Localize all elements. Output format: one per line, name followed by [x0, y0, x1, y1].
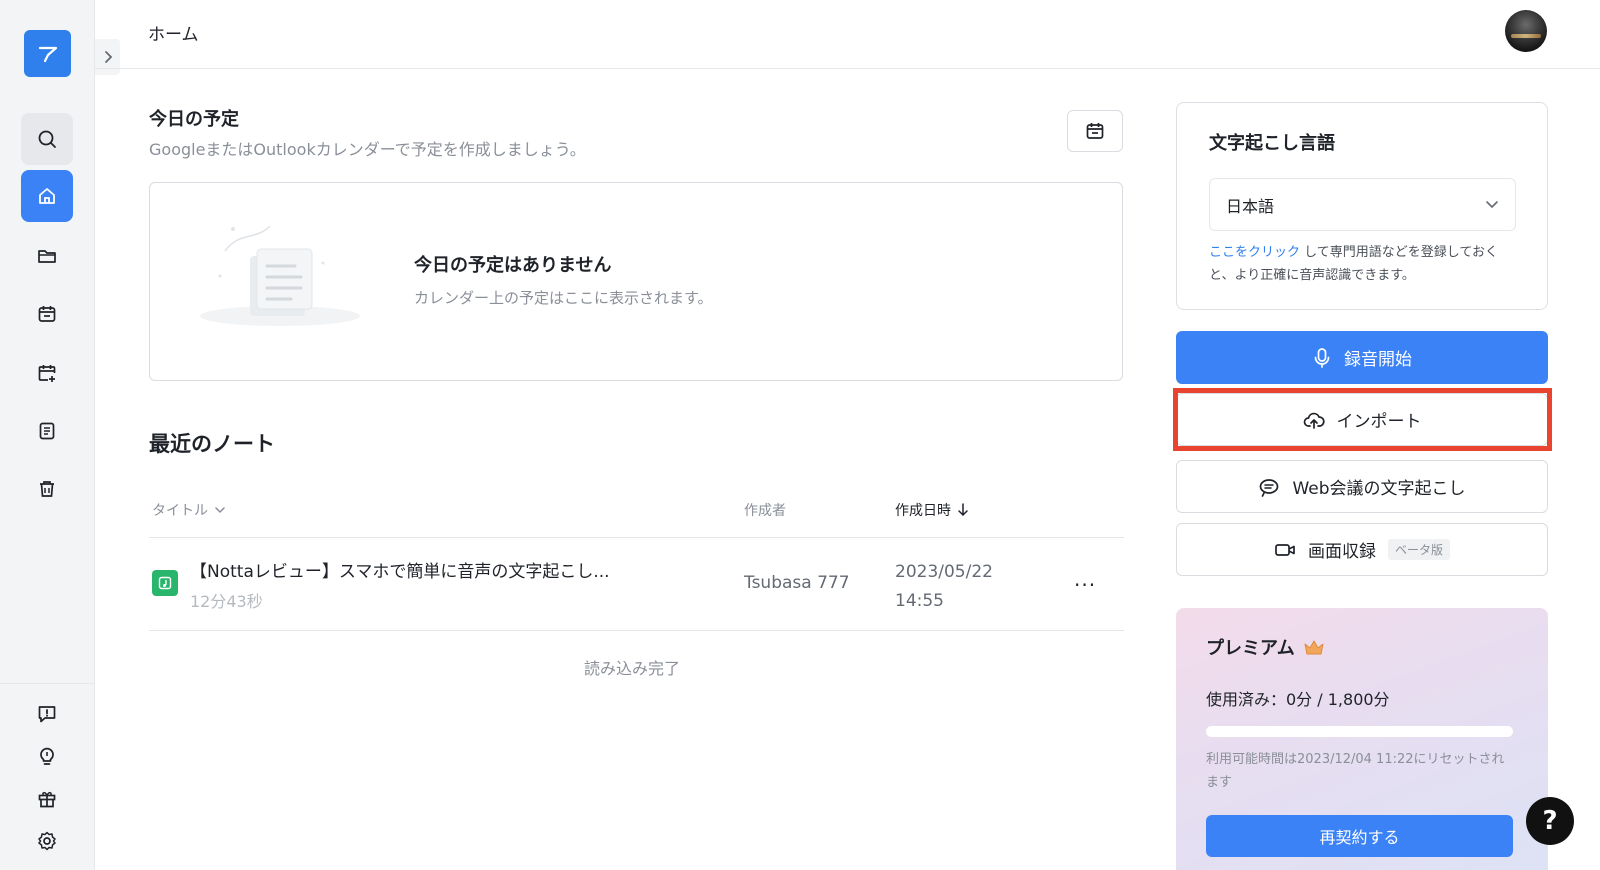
load-complete-text: 読み込み完了 — [584, 659, 681, 678]
nav-calendar[interactable] — [21, 288, 73, 340]
empty-schedule-title: 今日の予定はありません — [414, 255, 612, 276]
microphone-icon — [1314, 347, 1330, 368]
column-title-sort[interactable]: タイトル — [152, 500, 226, 520]
import-highlight-box — [1173, 388, 1552, 451]
avatar[interactable] — [1505, 10, 1547, 52]
audio-note-icon — [152, 570, 178, 596]
column-author-label: 作成者 — [744, 503, 786, 519]
gear-icon — [38, 831, 56, 851]
sidebar-divider — [0, 683, 95, 684]
premium-title: プレミアム — [1206, 634, 1325, 660]
crown-icon — [1304, 640, 1324, 655]
column-author: 作成者 — [744, 500, 786, 520]
today-schedule-subtitle: GoogleまたはOutlookカレンダーで予定を作成しましょう。 — [149, 140, 586, 159]
note-time: 14:55 — [895, 591, 944, 611]
help-button[interactable]: ? — [1526, 797, 1574, 845]
table-row-divider — [149, 630, 1124, 631]
feedback-button[interactable] — [33, 700, 61, 728]
home-icon — [39, 188, 55, 204]
language-note: ここをクリック して専門用語などを登録しておくと、より正確に音声認識できます。 — [1209, 241, 1519, 287]
note-author: Tsubasa 777 — [744, 573, 850, 593]
table-header-divider — [149, 537, 1124, 538]
settings-button[interactable] — [33, 827, 61, 855]
note-created: 2023/05/22 14:55 — [895, 558, 993, 616]
language-card-title: 文字起こし言語 — [1209, 133, 1335, 154]
language-select[interactable]: 日本語 — [1209, 178, 1516, 231]
recent-notes-title: 最近のノート — [149, 432, 275, 456]
today-schedule-title: 今日の予定 — [149, 109, 239, 130]
gift-button[interactable] — [33, 785, 61, 813]
search-button[interactable] — [21, 113, 73, 165]
column-created-sort[interactable]: 作成日時 — [895, 500, 969, 520]
tips-button[interactable] — [33, 742, 61, 770]
more-options-button[interactable]: ··· — [1074, 573, 1096, 597]
web-meeting-label: Web会議の文字起こし — [1292, 479, 1466, 499]
premium-usage: 使用済み：0分 / 1,800分 — [1206, 690, 1390, 709]
calendar-icon — [38, 306, 56, 322]
start-recording-button[interactable]: 録音開始 — [1176, 331, 1548, 384]
premium-title-label: プレミアム — [1206, 638, 1295, 659]
note-duration: 12分43秒 — [190, 592, 263, 611]
folder-icon — [38, 250, 56, 263]
premium-reset-note: 利用可能時間は2023/12/04 11:22にリセットされます — [1206, 752, 1505, 790]
note-date: 2023/05/22 — [895, 562, 993, 582]
chevron-down-icon — [1486, 200, 1498, 208]
sidebar — [0, 0, 95, 870]
video-camera-icon — [1275, 543, 1295, 556]
screen-record-label: 画面収録 — [1307, 542, 1376, 562]
screen-record-button[interactable]: 画面収録 ベータ版 — [1176, 523, 1548, 576]
empty-schedule-illustration — [200, 225, 360, 326]
logo-icon — [38, 46, 57, 62]
empty-schedule-subtitle: カレンダー上の予定はここに表示されます。 — [414, 289, 713, 307]
chevron-down-icon — [215, 507, 225, 514]
start-recording-label: 録音開始 — [1344, 350, 1412, 370]
music-note-icon — [158, 576, 172, 590]
transcription-language-card: 文字起こし言語 日本語 ここをクリック して専門用語などを登録しておくと、より正… — [1176, 102, 1548, 310]
web-meeting-icon — [1260, 478, 1279, 497]
app-logo[interactable] — [24, 30, 71, 77]
gift-icon — [38, 791, 56, 808]
feedback-icon — [38, 706, 56, 723]
nav-schedule-add[interactable] — [21, 347, 73, 399]
web-meeting-button[interactable]: Web会議の文字起こし — [1176, 460, 1548, 513]
nav-folders[interactable] — [21, 230, 73, 282]
lightbulb-icon — [40, 747, 54, 765]
language-selected-value: 日本語 — [1226, 196, 1275, 216]
arrow-down-icon — [958, 503, 968, 517]
premium-card: プレミアム 使用済み：0分 / 1,800分 利用可能時間は2023/12/04… — [1176, 608, 1548, 870]
top-header: ホーム — [95, 0, 1600, 69]
document-list-icon — [39, 422, 55, 440]
trash-icon — [40, 481, 54, 497]
nav-templates[interactable] — [21, 405, 73, 457]
nav-trash[interactable] — [21, 463, 73, 515]
note-title[interactable]: 【Nottaレビュー】スマホで簡単に音声の文字起こし... — [190, 557, 610, 582]
search-icon — [38, 130, 56, 148]
usage-progress-bar — [1206, 726, 1513, 737]
renew-button[interactable]: 再契約する — [1206, 815, 1513, 857]
today-schedule-empty-card: 今日の予定はありません カレンダー上の予定はここに表示されます。 — [149, 182, 1123, 381]
calendar-add-icon — [38, 365, 56, 382]
column-created-label: 作成日時 — [895, 503, 951, 519]
nav-home[interactable] — [21, 170, 73, 222]
beta-badge: ベータ版 — [1387, 539, 1450, 560]
calendar-icon — [1086, 123, 1104, 139]
page-title: ホーム — [148, 25, 199, 45]
custom-vocabulary-link[interactable]: ここをクリック — [1209, 245, 1300, 260]
calendar-connect-button[interactable] — [1067, 110, 1123, 152]
column-title-label: タイトル — [152, 503, 208, 519]
